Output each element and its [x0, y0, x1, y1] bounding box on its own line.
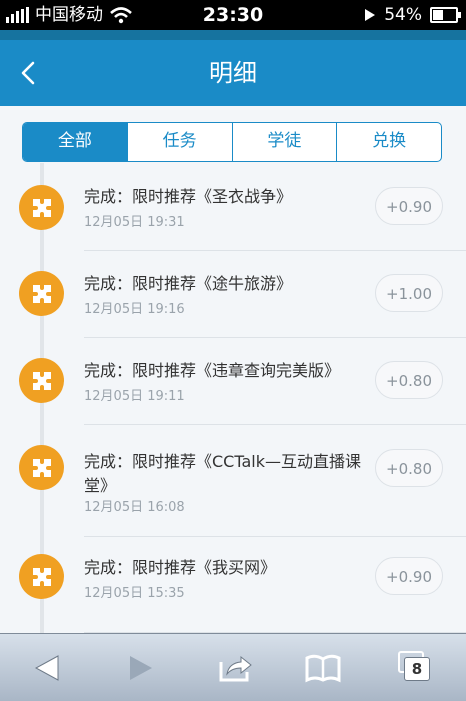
record-amount: +0.80: [375, 361, 443, 399]
tabs-button[interactable]: 8: [398, 651, 434, 683]
record-amount: +0.90: [375, 187, 443, 225]
record-date: 12月05日 15:35: [84, 586, 185, 601]
tab-apprentices[interactable]: 学徒: [233, 123, 338, 161]
list-item[interactable]: 完成：限时推荐《违章查询完美版》 12月05日 19:11 +0.80: [0, 338, 466, 425]
browser-forward-icon[interactable]: [120, 652, 160, 684]
record-title: 完成：限时推荐《途牛旅游》: [84, 274, 293, 293]
record-list[interactable]: 完成：限时推荐《圣衣战争》 12月05日 19:31 +0.90 完成：限时推荐…: [0, 163, 466, 633]
puzzle-icon: [19, 554, 64, 599]
nav-bar: 明细: [0, 30, 466, 106]
tab-exchange[interactable]: 兑换: [337, 123, 441, 161]
puzzle-icon: [19, 185, 64, 230]
record-title: 完成：限时推荐《违章查询完美版》: [84, 361, 341, 380]
tab-count: 8: [404, 657, 430, 681]
record-amount: +1.00: [375, 274, 443, 312]
list-item[interactable]: 完成：限时推荐《途牛旅游》 12月05日 19:16 +1.00: [0, 251, 466, 338]
record-date: 12月05日 16:08: [84, 500, 185, 515]
record-title: 完成：限时推荐《CCTalk—互动直播课堂》: [84, 452, 361, 495]
browser-back-icon[interactable]: [28, 652, 68, 684]
play-status-icon: [365, 9, 376, 21]
share-icon[interactable]: [215, 652, 255, 684]
status-bar: 中国移动 23:30 54%: [0, 0, 466, 30]
record-title: 完成：限时推荐《我买网》: [84, 558, 277, 577]
record-amount: +0.80: [375, 449, 443, 487]
browser-toolbar: 8: [0, 633, 466, 701]
record-amount: +0.90: [375, 557, 443, 595]
status-right: 54%: [364, 4, 461, 26]
filter-tabs: 全部 任务 学徒 兑换: [22, 122, 442, 162]
record-date: 12月05日 19:31: [84, 215, 185, 230]
record-date: 12月05日 19:16: [84, 302, 185, 317]
page-title: 明细: [209, 59, 257, 87]
battery-percent: 54%: [384, 5, 422, 25]
bookmarks-icon[interactable]: [303, 652, 343, 684]
puzzle-icon: [19, 445, 64, 490]
battery-icon: [430, 7, 461, 23]
puzzle-icon: [19, 271, 64, 316]
record-title: 完成：限时推荐《圣衣战争》: [84, 187, 293, 206]
list-item[interactable]: 完成：限时推荐《圣衣战争》 12月05日 19:31 +0.90: [0, 163, 466, 251]
list-item[interactable]: 完成：限时推荐《CCTalk—互动直播课堂》 12月05日 16:08 +0.8…: [0, 425, 466, 537]
battery-fill: [433, 10, 443, 20]
tab-all[interactable]: 全部: [23, 123, 128, 161]
list-item[interactable]: 完成：限时推荐《我买网》 12月05日 15:35 +0.90: [0, 537, 466, 633]
record-date: 12月05日 19:11: [84, 389, 185, 404]
tab-tasks[interactable]: 任务: [128, 123, 233, 161]
puzzle-icon: [19, 358, 64, 403]
